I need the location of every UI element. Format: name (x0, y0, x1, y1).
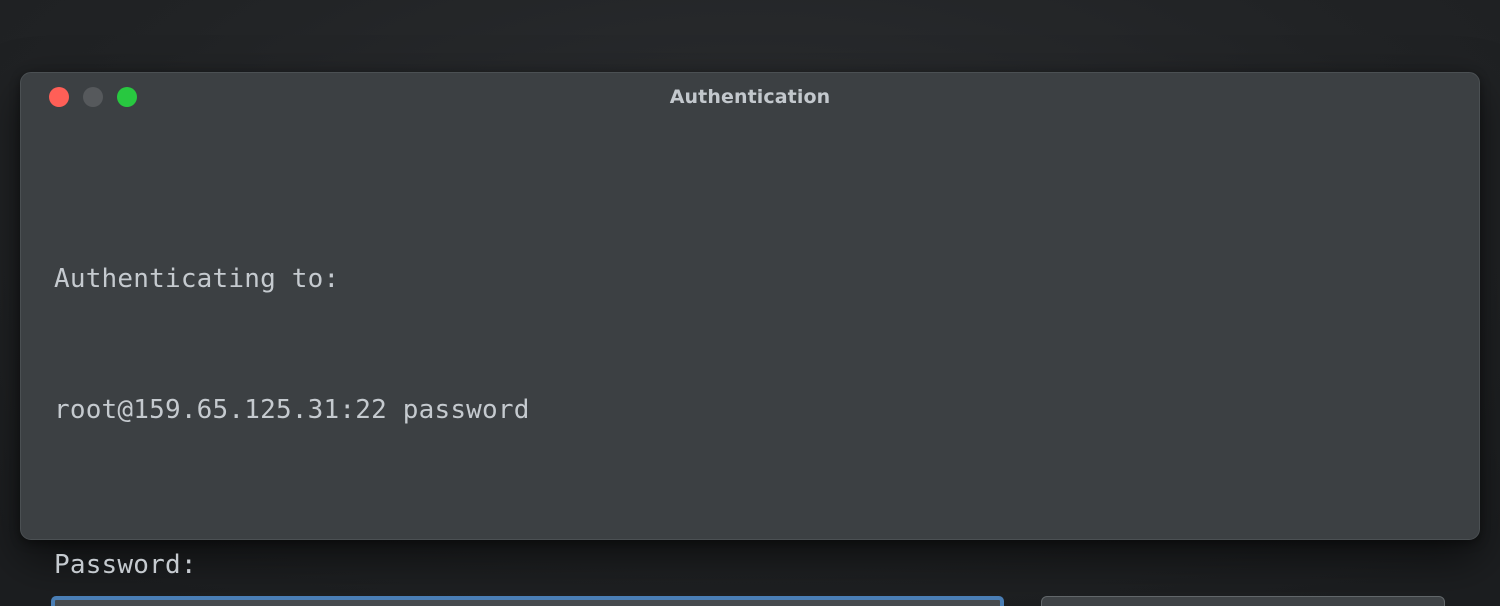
window-title: Authentication (669, 86, 831, 108)
authentication-dialog: Authentication Authenticating to: root@1… (20, 72, 1480, 606)
dialog-body: Authenticating to: root@159.65.125.31:22… (21, 171, 1479, 606)
password-field-row: Don't save (51, 596, 1449, 606)
save-password-dropdown[interactable]: Don't save (1041, 596, 1445, 606)
password-input[interactable] (51, 596, 1004, 606)
authenticating-to-label: Authenticating to: (54, 264, 340, 295)
password-label: Password: (54, 550, 197, 581)
password-masked-value (69, 600, 572, 606)
dialog-titlebar: Authentication (21, 73, 1479, 123)
authentication-target: root@159.65.125.31:22 password (54, 395, 530, 426)
authentication-target-info: Authenticating to: root@159.65.125.31:22… (54, 171, 1449, 520)
